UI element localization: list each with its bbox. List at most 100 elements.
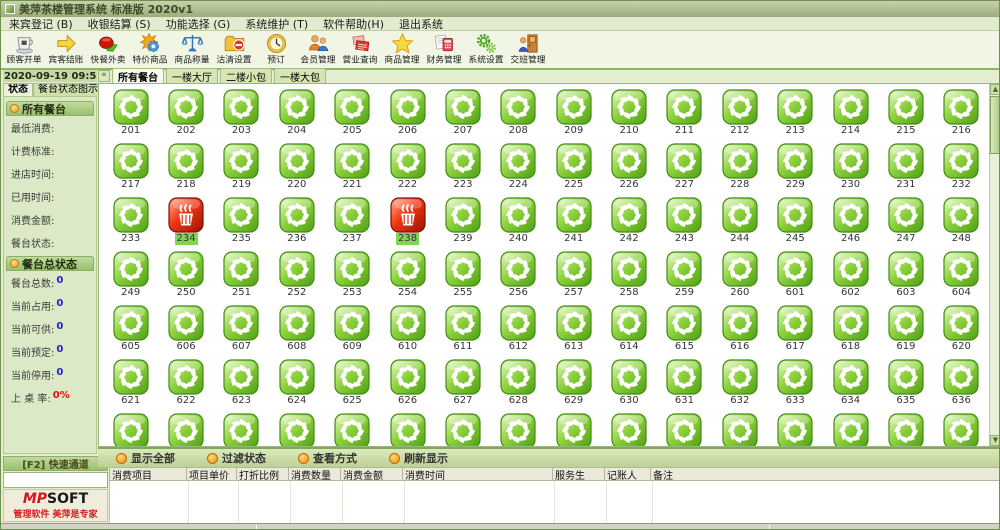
table-cell-217[interactable]: 217 bbox=[103, 143, 158, 197]
table-cell-242[interactable]: 242 bbox=[601, 197, 656, 251]
table-cell-229[interactable]: 229 bbox=[768, 143, 823, 197]
table-cell-605[interactable]: 605 bbox=[103, 305, 158, 359]
table-cell-233[interactable]: 233 bbox=[103, 197, 158, 251]
table-cell-604[interactable]: 604 bbox=[934, 251, 989, 305]
toolbar-button-shift[interactable]: 交班管理 bbox=[507, 32, 549, 68]
sidebar-tab[interactable]: 状态 bbox=[3, 83, 33, 96]
menu-item[interactable]: 退出系统 bbox=[399, 16, 443, 32]
table-cell-225[interactable]: 225 bbox=[546, 143, 601, 197]
table-cell-206[interactable]: 206 bbox=[380, 89, 435, 143]
table-cell-646[interactable]: 646 bbox=[601, 413, 656, 446]
area-tab[interactable]: 所有餐台 bbox=[112, 68, 164, 83]
toolbar-button-takeout[interactable]: 快餐外卖 bbox=[87, 32, 129, 68]
table-cell-613[interactable]: 613 bbox=[546, 305, 601, 359]
table-cell-610[interactable]: 610 bbox=[380, 305, 435, 359]
table-cell-632[interactable]: 632 bbox=[712, 359, 767, 413]
toolbar-button-bizquery[interactable]: 营业查询 bbox=[339, 32, 381, 68]
table-cell-204[interactable]: 204 bbox=[269, 89, 324, 143]
table-cell-219[interactable]: 219 bbox=[214, 143, 269, 197]
table-cell-239[interactable]: 239 bbox=[435, 197, 490, 251]
fastlane-input[interactable] bbox=[3, 472, 108, 488]
order-col-header[interactable]: 消费时间 bbox=[403, 467, 553, 481]
table-cell-210[interactable]: 210 bbox=[601, 89, 656, 143]
table-cell-202[interactable]: 202 bbox=[158, 89, 213, 143]
table-cell-649[interactable]: 649 bbox=[768, 413, 823, 446]
table-cell-633[interactable]: 633 bbox=[768, 359, 823, 413]
order-col-header[interactable]: 备注 bbox=[651, 467, 1000, 481]
table-cell-642[interactable]: 642 bbox=[380, 413, 435, 446]
table-cell-624[interactable]: 624 bbox=[269, 359, 324, 413]
table-cell-232[interactable]: 232 bbox=[934, 143, 989, 197]
scroll-up-button[interactable]: ▲ bbox=[990, 84, 1000, 95]
table-cell-246[interactable]: 246 bbox=[823, 197, 878, 251]
table-cell-227[interactable]: 227 bbox=[657, 143, 712, 197]
table-cell-253[interactable]: 253 bbox=[325, 251, 380, 305]
table-cell-639[interactable]: 639 bbox=[214, 413, 269, 446]
table-cell-208[interactable]: 208 bbox=[491, 89, 546, 143]
table-cell-214[interactable]: 214 bbox=[823, 89, 878, 143]
table-cell-228[interactable]: 228 bbox=[712, 143, 767, 197]
table-cell-245[interactable]: 245 bbox=[768, 197, 823, 251]
table-cell-615[interactable]: 615 bbox=[657, 305, 712, 359]
table-cell-254[interactable]: 254 bbox=[380, 251, 435, 305]
table-cell-240[interactable]: 240 bbox=[491, 197, 546, 251]
table-cell-243[interactable]: 243 bbox=[657, 197, 712, 251]
table-cell-224[interactable]: 224 bbox=[491, 143, 546, 197]
menu-item[interactable]: 收银结算 (S) bbox=[88, 16, 151, 32]
table-cell-634[interactable]: 634 bbox=[823, 359, 878, 413]
menu-item[interactable]: 功能选择 (G) bbox=[166, 16, 231, 32]
table-cell-612[interactable]: 612 bbox=[491, 305, 546, 359]
toolbar-button-members[interactable]: 会员管理 bbox=[297, 32, 339, 68]
scroll-down-button[interactable]: ▼ bbox=[990, 435, 1000, 446]
area-tab[interactable]: 二楼小包 bbox=[220, 68, 272, 83]
table-cell-251[interactable]: 251 bbox=[214, 251, 269, 305]
table-cell-651[interactable]: 651 bbox=[878, 413, 933, 446]
panel-header-all-tables[interactable]: 所有餐台 bbox=[6, 101, 94, 116]
table-cell-628[interactable]: 628 bbox=[491, 359, 546, 413]
table-cell-248[interactable]: 248 bbox=[934, 197, 989, 251]
toolbar-button-star[interactable]: 商品管理 bbox=[381, 32, 423, 68]
table-cell-616[interactable]: 616 bbox=[712, 305, 767, 359]
menu-item[interactable]: 来宾登记 (B) bbox=[9, 16, 73, 32]
table-cell-241[interactable]: 241 bbox=[546, 197, 601, 251]
scrollbar-thumb[interactable] bbox=[990, 96, 1000, 154]
order-col-header[interactable]: 打折比例 bbox=[237, 467, 289, 481]
table-cell-252[interactable]: 252 bbox=[269, 251, 324, 305]
table-cell-623[interactable]: 623 bbox=[214, 359, 269, 413]
toolbar-button-special[interactable]: 特价商品 bbox=[129, 32, 171, 68]
table-cell-643[interactable]: 643 bbox=[435, 413, 490, 446]
table-cell-614[interactable]: 614 bbox=[601, 305, 656, 359]
table-cell-226[interactable]: 226 bbox=[601, 143, 656, 197]
table-cell-621[interactable]: 621 bbox=[103, 359, 158, 413]
table-cell-207[interactable]: 207 bbox=[435, 89, 490, 143]
table-cell-603[interactable]: 603 bbox=[878, 251, 933, 305]
table-cell-238[interactable]: 238 bbox=[380, 197, 435, 251]
table-cell-203[interactable]: 203 bbox=[214, 89, 269, 143]
toolbar-button-scale[interactable]: 商品称量 bbox=[171, 32, 213, 68]
table-cell-608[interactable]: 608 bbox=[269, 305, 324, 359]
area-tab[interactable]: 一楼大厅 bbox=[166, 68, 218, 83]
table-cell-249[interactable]: 249 bbox=[103, 251, 158, 305]
table-cell-627[interactable]: 627 bbox=[435, 359, 490, 413]
table-cell-626[interactable]: 626 bbox=[380, 359, 435, 413]
table-cell-209[interactable]: 209 bbox=[546, 89, 601, 143]
table-cell-250[interactable]: 250 bbox=[158, 251, 213, 305]
table-cell-635[interactable]: 635 bbox=[878, 359, 933, 413]
panel-header-table-totals[interactable]: 餐台总状态 bbox=[6, 256, 94, 271]
toolbar-button-soldout[interactable]: 沽清设置 bbox=[213, 32, 255, 68]
table-cell-244[interactable]: 244 bbox=[712, 197, 767, 251]
table-cell-611[interactable]: 611 bbox=[435, 305, 490, 359]
table-cell-211[interactable]: 211 bbox=[657, 89, 712, 143]
table-cell-212[interactable]: 212 bbox=[712, 89, 767, 143]
table-cell-622[interactable]: 622 bbox=[158, 359, 213, 413]
table-cell-641[interactable]: 641 bbox=[325, 413, 380, 446]
table-cell-625[interactable]: 625 bbox=[325, 359, 380, 413]
table-cell-247[interactable]: 247 bbox=[878, 197, 933, 251]
table-cell-607[interactable]: 607 bbox=[214, 305, 269, 359]
table-cell-213[interactable]: 213 bbox=[768, 89, 823, 143]
order-col-header[interactable]: 消费金额 bbox=[341, 467, 403, 481]
table-cell-220[interactable]: 220 bbox=[269, 143, 324, 197]
table-cell-601[interactable]: 601 bbox=[768, 251, 823, 305]
menu-item[interactable]: 软件帮助(H) bbox=[323, 16, 384, 32]
table-cell-648[interactable]: 648 bbox=[712, 413, 767, 446]
